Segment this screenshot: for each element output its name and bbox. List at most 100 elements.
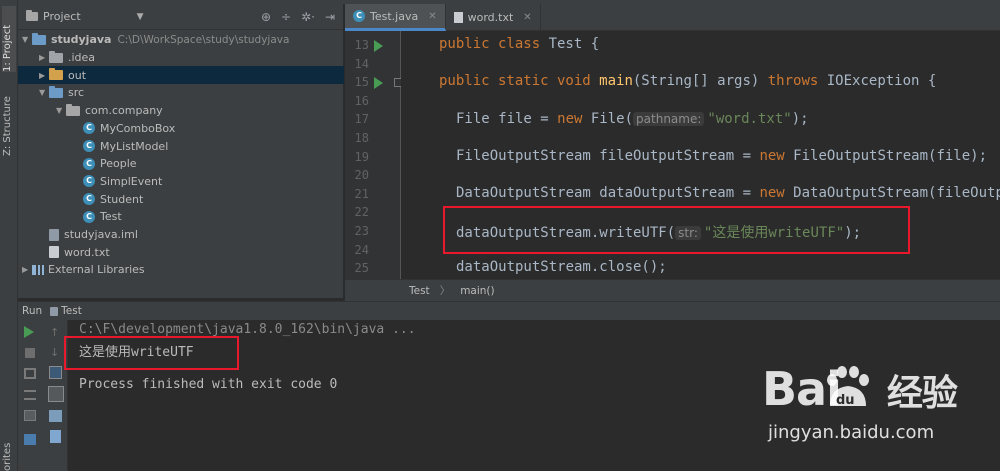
line-number: 16 [354, 93, 369, 108]
sync-icon[interactable]: ⊕ [261, 10, 271, 24]
watermark-url: jingyan.baidu.com [768, 422, 935, 443]
breadcrumb-class[interactable]: Test [409, 285, 430, 297]
arrow-down-icon[interactable]: ↓ [50, 346, 62, 359]
line-number: 15 [354, 75, 369, 90]
arrow-up-icon[interactable]: ↑ [50, 326, 62, 339]
line-number: 23 [354, 224, 369, 238]
code-line-21: DataOutputStream dataOutputStream = new … [456, 185, 1000, 201]
collapse-icon[interactable]: ÷ [281, 10, 291, 24]
paw-icon: du [827, 366, 869, 408]
line-number: 22 [354, 205, 369, 220]
layout-icon[interactable] [24, 434, 36, 445]
excluded-folder-icon [49, 68, 63, 81]
class-icon: C [83, 140, 95, 153]
project-view-selector[interactable]: Project ▼ [26, 10, 176, 23]
tree-item[interactable]: C Test [18, 208, 344, 226]
run-main-icon[interactable] [374, 77, 383, 89]
tree-item-label: MyComboBox [100, 121, 176, 135]
code-line-25: dataOutputStream.close(); [456, 259, 667, 275]
scroll-to-end-icon[interactable] [48, 386, 64, 402]
run-config-icon [50, 306, 59, 316]
hide-icon[interactable]: ⇥ [325, 10, 335, 24]
code-line-19: FileOutputStream fileOutputStream = new … [456, 148, 988, 164]
exit-icon[interactable] [24, 410, 36, 421]
line-number: 25 [354, 261, 369, 276]
class-icon: C [83, 210, 95, 223]
tree-item[interactable]: C People [18, 155, 344, 173]
tree-item[interactable]: C SimplEvent [18, 173, 344, 191]
chevron-right-icon[interactable]: ▶ [22, 265, 32, 274]
project-tool-tab-label: 1: Project [2, 24, 13, 72]
rerun-icon[interactable] [24, 326, 34, 338]
line-number: 21 [354, 186, 369, 201]
class-icon: C [83, 122, 95, 135]
suspend-icon[interactable] [24, 368, 36, 379]
soft-wrap-icon[interactable] [49, 366, 62, 379]
tree-item-label: People [100, 157, 137, 171]
dump-threads-icon[interactable] [24, 390, 36, 400]
tree-item-label: com.company [85, 104, 163, 118]
favorites-tool-tab[interactable]: orites [2, 440, 16, 471]
chevron-down-icon[interactable]: ▼ [22, 35, 32, 44]
line-number: 24 [354, 242, 369, 257]
tree-item-label: word.txt [64, 245, 110, 259]
structure-tool-tab-label: Z: Structure [2, 96, 13, 156]
tree-item[interactable]: ▶ .idea [18, 49, 344, 67]
run-panel-header: Run Test [18, 301, 1000, 320]
console-command-line: C:\F\development\java1.8.0_162\bin\java … [79, 322, 416, 337]
breadcrumb-method[interactable]: main() [460, 285, 494, 297]
chevron-right-icon[interactable]: ▶ [39, 53, 49, 62]
chevron-down-icon[interactable]: ▼ [56, 106, 66, 115]
source-folder-icon [49, 85, 63, 98]
tree-item[interactable]: C Student [18, 190, 344, 208]
run-toolbar-primary [18, 320, 42, 471]
project-icon [26, 10, 38, 21]
stop-icon[interactable] [25, 348, 35, 358]
libraries-icon [32, 264, 44, 275]
tree-item[interactable]: ▶ out [18, 66, 344, 85]
tree-item[interactable]: studyjava.iml [18, 226, 344, 244]
close-icon[interactable]: ✕ [428, 11, 436, 22]
code-line-13: public class Test { [439, 36, 600, 52]
baidu-jingyan-watermark: Bai 经验 du jingyan.baidu.com [762, 362, 992, 462]
chevron-down-icon: ▼ [136, 11, 144, 22]
tree-item[interactable]: C MyComboBox [18, 120, 344, 138]
tree-item[interactable]: ▼ studyjava C:\D\WorkSpace\study\studyjava [18, 31, 344, 49]
project-panel: Project ▼ ⊕ ÷ ✲· ⇥ ▼ studyjava C:\D\WorkSp… [18, 4, 344, 298]
tree-item-label: studyjava [51, 33, 112, 47]
structure-tool-tab[interactable]: Z: Structure [2, 86, 16, 156]
tree-item[interactable]: ▶ External Libraries [18, 261, 344, 279]
tree-item[interactable]: C MyListModel [18, 137, 344, 155]
tree-item-label: SimplEvent [100, 174, 163, 188]
line-number: 19 [354, 149, 369, 164]
svg-text:du: du [836, 393, 855, 408]
run-class-icon[interactable] [374, 40, 383, 52]
folder-icon [49, 50, 63, 63]
run-tab-test[interactable]: Test [50, 305, 82, 317]
text-file-icon [49, 246, 59, 259]
tab-test-java[interactable]: C Test.java ✕ [345, 4, 446, 31]
project-panel-header: Project ▼ ⊕ ÷ ✲· ⇥ [18, 4, 343, 30]
tab-label: word.txt [467, 11, 514, 24]
console-finished-line: Process finished with exit code 0 [79, 377, 338, 392]
tree-item-label: .idea [68, 51, 96, 65]
run-panel-title: Run [22, 305, 43, 317]
chevron-right-icon[interactable]: ▶ [39, 71, 49, 80]
trash-icon[interactable] [50, 430, 61, 443]
print-icon[interactable] [49, 410, 62, 422]
close-icon[interactable]: ✕ [523, 12, 531, 23]
tree-item[interactable]: ▼ src [18, 84, 344, 102]
highlight-box-console [64, 336, 239, 370]
param-hint: pathname: [633, 112, 705, 126]
chevron-down-icon[interactable]: ▼ [39, 88, 49, 97]
tree-item[interactable]: word.txt [18, 243, 344, 261]
tab-word-txt[interactable]: word.txt ✕ [446, 4, 541, 31]
breadcrumb-separator: 〉 [439, 285, 451, 297]
tree-item[interactable]: ▼ com.company [18, 102, 344, 120]
line-number: 20 [354, 168, 369, 183]
project-tool-tab[interactable]: 1: Project [2, 6, 16, 72]
tree-item-label: Student [100, 192, 144, 206]
gear-icon[interactable]: ✲· [301, 10, 315, 24]
line-number: 18 [354, 131, 369, 145]
breadcrumb: Test 〉 main() [345, 279, 1000, 301]
